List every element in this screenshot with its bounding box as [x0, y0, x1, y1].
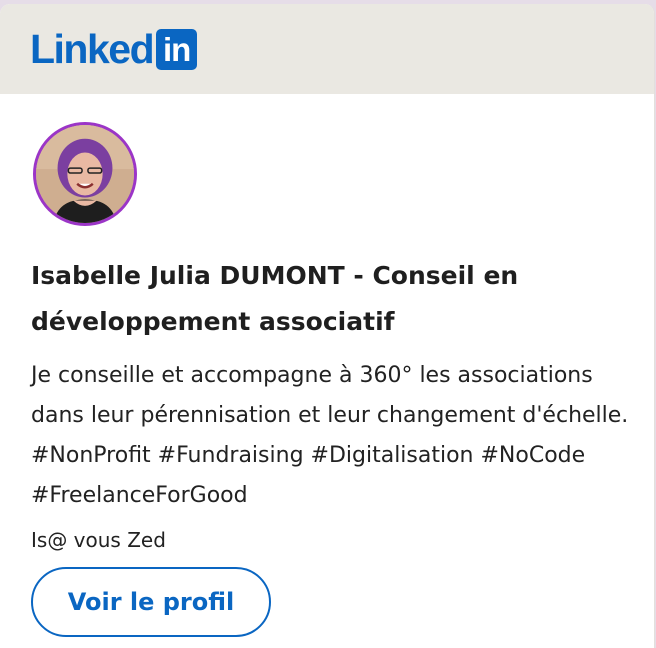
profile-description: Je conseille et accompagne à 360° les as… — [31, 363, 629, 508]
linkedin-logo[interactable]: Linked in — [30, 25, 198, 72]
profile-subtitle: Is@ vous Zed — [31, 528, 166, 552]
avatar[interactable] — [33, 122, 137, 226]
profile-photo-icon — [36, 125, 134, 223]
card-header: Linked in — [0, 4, 654, 94]
linkedin-logo-box: in — [156, 28, 198, 70]
view-profile-button[interactable]: Voir le profil — [31, 567, 271, 637]
profile-name[interactable]: Isabelle Julia DUMONT - Conseil en dével… — [31, 253, 631, 345]
linkedin-logo-text: Linked — [30, 25, 155, 72]
linkedin-profile-card: Linked in Isabelle Julia DUMONT - Consei… — [0, 4, 655, 648]
